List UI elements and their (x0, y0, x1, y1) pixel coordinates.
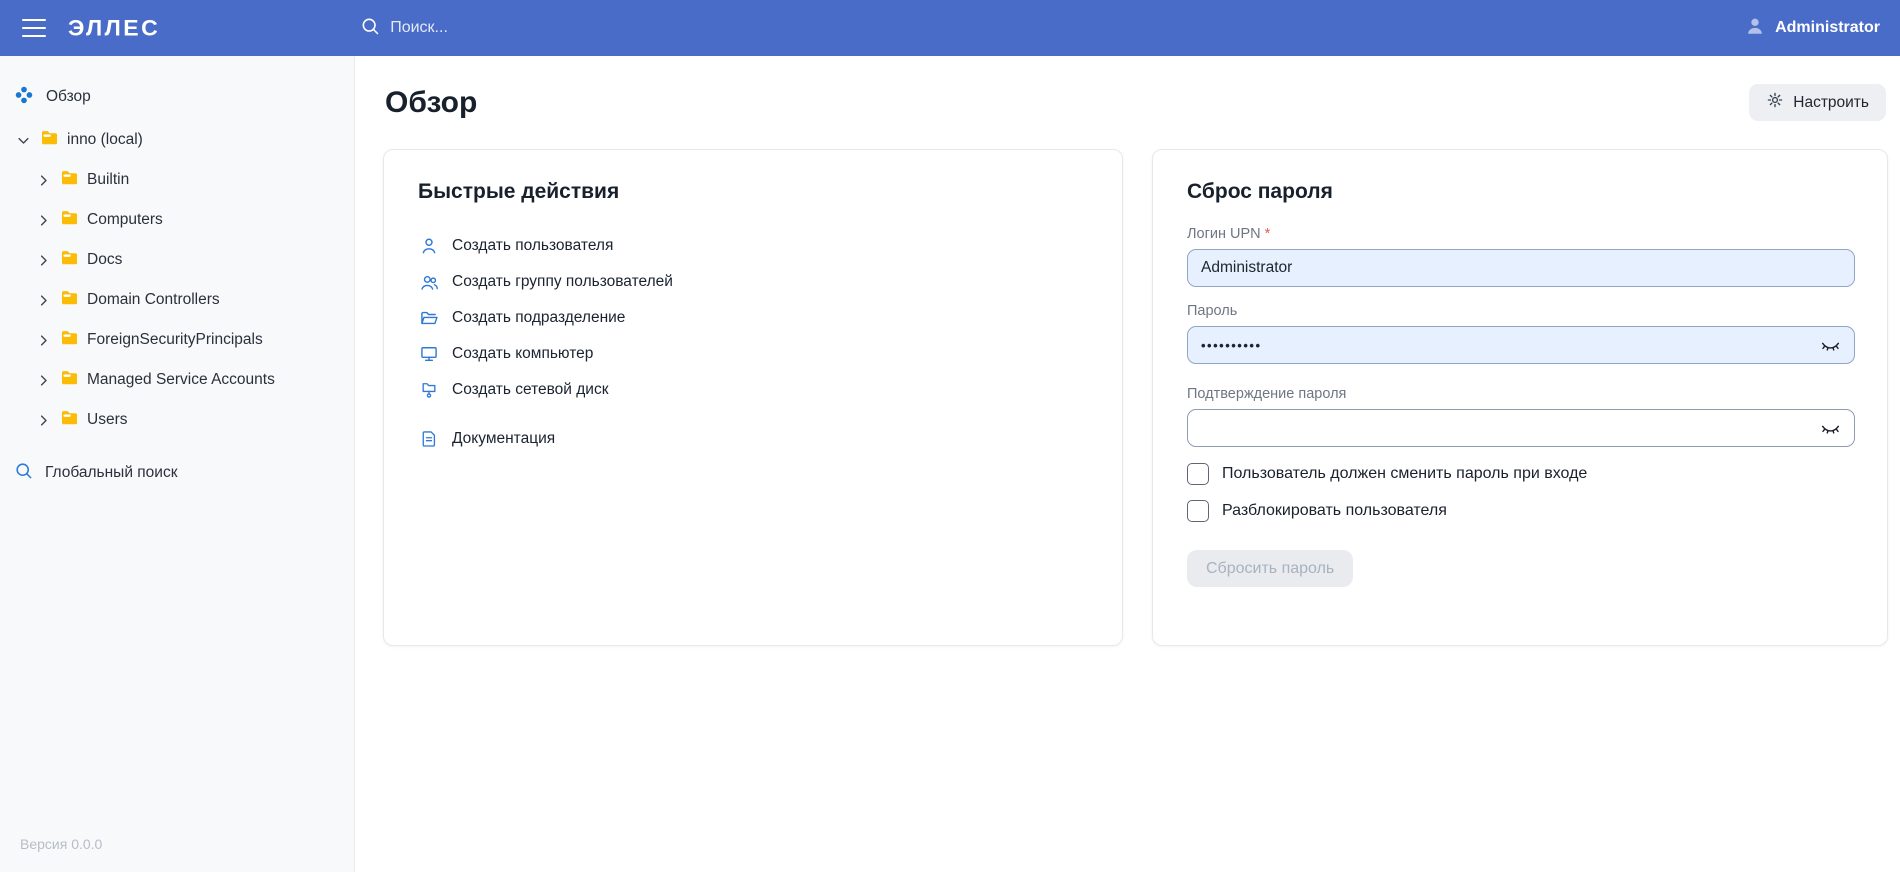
password-label: Пароль (1187, 303, 1853, 319)
checkbox-row-change-password[interactable]: Пользователь должен сменить пароль при в… (1187, 463, 1853, 485)
directory-tree: inno (local) Builtin Computers (0, 120, 354, 440)
gear-icon (1766, 91, 1784, 114)
action-create-organizational-unit[interactable]: Создать подразделение (418, 300, 1088, 336)
configure-button[interactable]: Настроить (1749, 84, 1886, 121)
user-menu[interactable]: Administrator (1744, 15, 1880, 42)
chevron-right-icon[interactable] (34, 333, 52, 348)
action-label: Создать пользователя (452, 237, 613, 255)
tree-node-builtin[interactable]: Builtin (0, 160, 354, 200)
change-password-checkbox[interactable] (1187, 463, 1209, 485)
chevron-right-icon[interactable] (34, 293, 52, 308)
tree-node-label: Computers (87, 211, 163, 229)
action-label: Создать подразделение (452, 309, 625, 327)
folder-icon (60, 248, 79, 272)
chevron-right-icon[interactable] (34, 253, 52, 268)
configure-button-label: Настроить (1793, 94, 1869, 112)
eye-closed-icon[interactable] (1820, 335, 1841, 356)
confirm-password-input[interactable] (1187, 409, 1855, 447)
tree-node-label: Domain Controllers (87, 291, 220, 309)
chevron-down-icon[interactable] (14, 133, 32, 148)
action-create-group[interactable]: Создать группу пользователей (418, 264, 1088, 300)
tree-node-label: Builtin (87, 171, 129, 189)
unlock-user-checkbox[interactable] (1187, 500, 1209, 522)
user-name: Administrator (1775, 19, 1880, 37)
checkbox-label: Разблокировать пользователя (1222, 502, 1447, 520)
action-label: Создать компьютер (452, 345, 593, 363)
login-upn-input[interactable] (1187, 249, 1855, 287)
tree-node-label: ForeignSecurityPrincipals (87, 331, 263, 349)
tree-node-root[interactable]: inno (local) (0, 120, 354, 160)
sidebar-item-label: Глобальный поиск (45, 464, 178, 482)
network-drive-icon (418, 380, 440, 400)
action-documentation[interactable]: Документация (418, 421, 1088, 457)
reset-password-card: Сброс пароля Логин UPN * Пароль (1152, 149, 1888, 646)
action-label: Документация (452, 430, 555, 448)
apps-clover-icon (14, 85, 34, 110)
page-title: Обзор (385, 86, 477, 120)
tree-node-label: inno (local) (67, 131, 143, 149)
app-version: Версия 0.0.0 (0, 836, 354, 872)
sidebar-item-label: Обзор (46, 88, 91, 106)
search-icon (14, 461, 33, 485)
document-icon (418, 429, 440, 449)
search-icon (360, 16, 380, 41)
top-bar: ЭЛЛЕС Administrator (0, 0, 1900, 56)
folder-icon (60, 368, 79, 392)
folder-icon (40, 128, 59, 152)
checkbox-label: Пользователь должен сменить пароль при в… (1222, 465, 1587, 483)
reset-password-button[interactable]: Сбросить пароль (1187, 550, 1353, 587)
confirm-password-label: Подтверждение пароля (1187, 386, 1853, 402)
main-content: Обзор Настроить Быстрые действия (355, 56, 1900, 872)
chevron-right-icon[interactable] (34, 173, 52, 188)
action-label: Создать группу пользователей (452, 273, 673, 291)
quick-actions-title: Быстрые действия (418, 180, 1088, 204)
quick-actions-card: Быстрые действия Создать пользователя (383, 149, 1123, 646)
chevron-right-icon[interactable] (34, 213, 52, 228)
users-group-icon (418, 272, 440, 293)
topbar-search[interactable] (360, 16, 710, 41)
sidebar-item-global-search[interactable]: Глобальный поиск (0, 454, 354, 492)
folder-icon (60, 328, 79, 352)
user-icon (418, 236, 440, 256)
chevron-right-icon[interactable] (34, 373, 52, 388)
tree-node-foreign-security-principals[interactable]: ForeignSecurityPrincipals (0, 320, 354, 360)
tree-node-domain-controllers[interactable]: Domain Controllers (0, 280, 354, 320)
tree-node-managed-service-accounts[interactable]: Managed Service Accounts (0, 360, 354, 400)
tree-node-docs[interactable]: Docs (0, 240, 354, 280)
tree-node-label: Users (87, 411, 127, 429)
sidebar: Обзор inno (local) (0, 56, 355, 872)
checkbox-row-unlock-user[interactable]: Разблокировать пользователя (1187, 500, 1853, 522)
tree-node-label: Managed Service Accounts (87, 371, 275, 389)
folder-icon (60, 208, 79, 232)
open-folder-icon (418, 308, 440, 328)
tree-node-label: Docs (87, 251, 122, 269)
tree-node-users[interactable]: Users (0, 400, 354, 440)
reset-password-title: Сброс пароля (1187, 180, 1853, 204)
user-avatar-icon (1744, 15, 1766, 42)
action-create-user[interactable]: Создать пользователя (418, 228, 1088, 264)
app-logo: ЭЛЛЕС (68, 15, 160, 41)
chevron-right-icon[interactable] (34, 413, 52, 428)
monitor-icon (418, 344, 440, 364)
action-create-computer[interactable]: Создать компьютер (418, 336, 1088, 372)
tree-node-computers[interactable]: Computers (0, 200, 354, 240)
menu-icon[interactable] (22, 19, 46, 37)
folder-icon (60, 168, 79, 192)
password-input[interactable] (1187, 326, 1855, 364)
folder-icon (60, 408, 79, 432)
login-upn-label: Логин UPN * (1187, 226, 1853, 242)
sidebar-item-overview[interactable]: Обзор (0, 78, 354, 116)
eye-closed-icon[interactable] (1820, 418, 1841, 439)
search-input[interactable] (390, 19, 710, 37)
folder-icon (60, 288, 79, 312)
action-create-network-drive[interactable]: Создать сетевой диск (418, 372, 1088, 408)
action-label: Создать сетевой диск (452, 381, 609, 399)
required-mark: * (1265, 226, 1271, 242)
